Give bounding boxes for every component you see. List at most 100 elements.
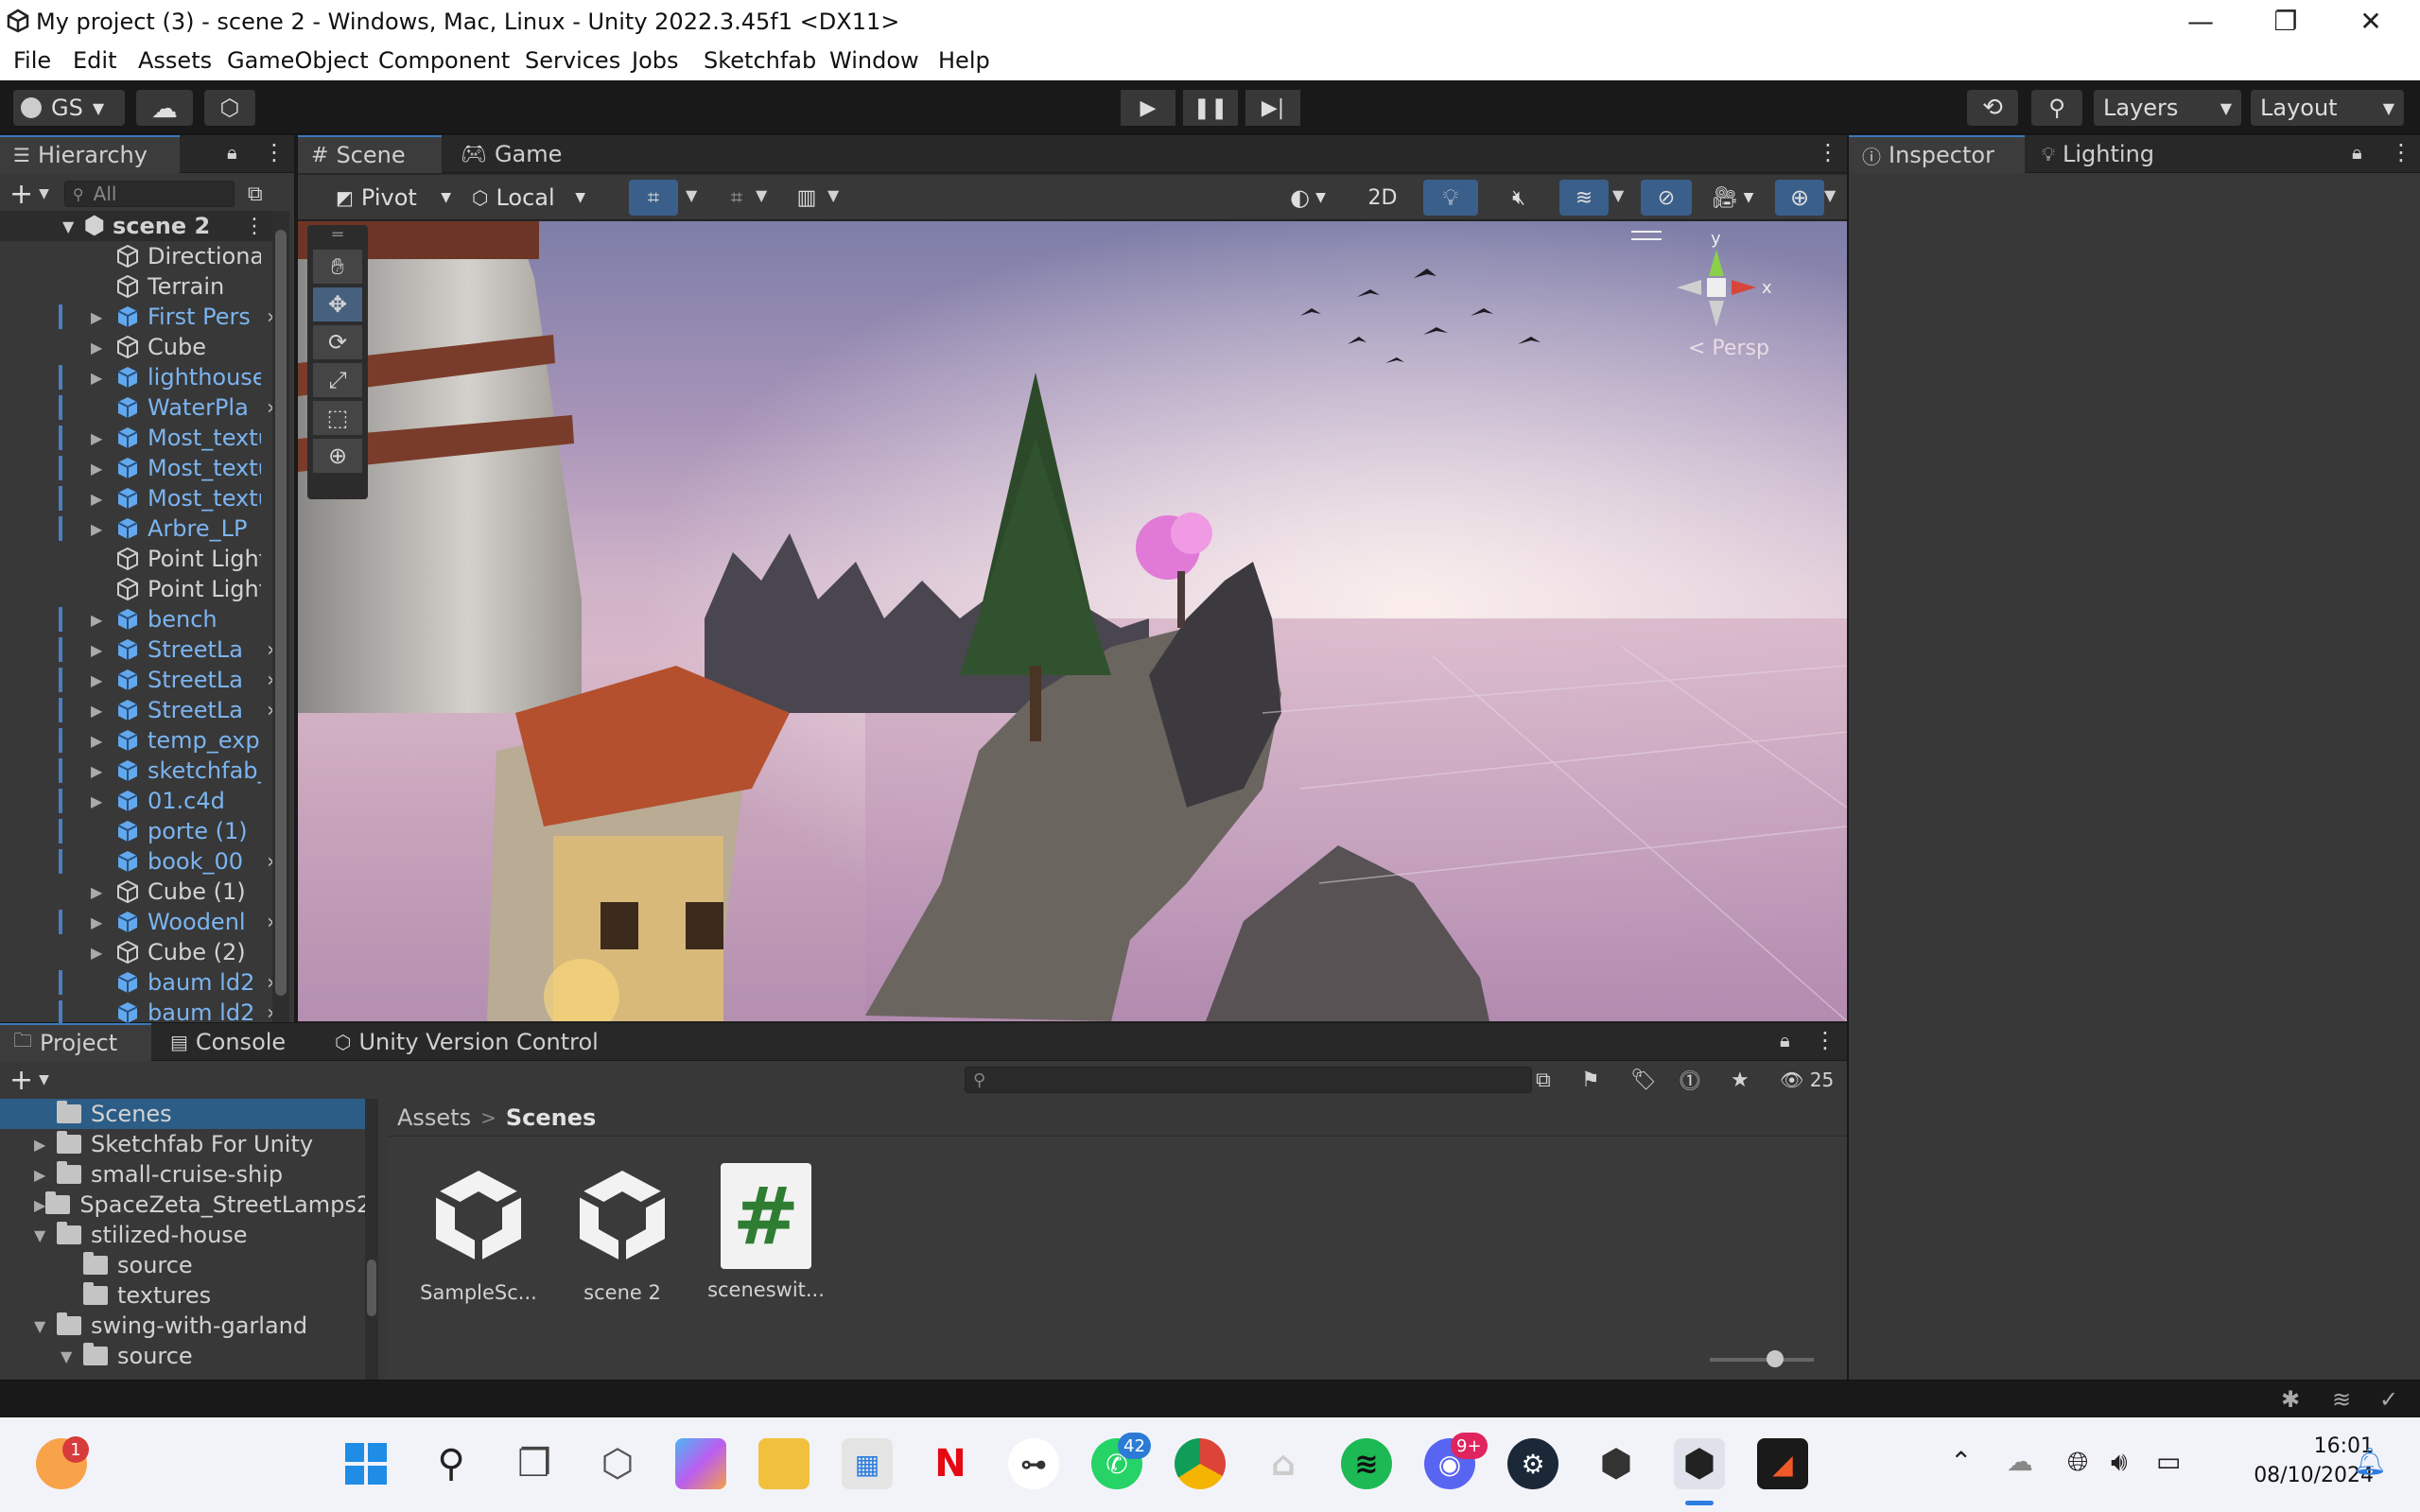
gizmos-toggle[interactable]: ⊕	[1775, 180, 1824, 216]
tab-inspector[interactable]: ⓘ Inspector	[1849, 135, 2025, 173]
transform-tool-button[interactable]: ⊕	[313, 439, 362, 473]
warning-filter-icon[interactable]: ⓵	[1680, 1065, 1700, 1095]
scrollbar-thumb[interactable]	[367, 1260, 376, 1316]
hierarchy-item[interactable]: ▶ First Pers ›	[0, 302, 274, 332]
hierarchy-search-input[interactable]: ⚲ All	[63, 181, 235, 207]
collapse-arrow-icon[interactable]: ▼	[61, 1347, 83, 1365]
breadcrumb-scenes[interactable]: Scenes	[506, 1104, 596, 1131]
expand-arrow-icon[interactable]: ▶	[91, 702, 115, 720]
hierarchy-item[interactable]: ▶ Cube (1)	[0, 877, 274, 907]
hand-tool-button[interactable]: ✋︎	[313, 250, 362, 284]
search-button[interactable]: ⚲	[2031, 90, 2082, 126]
tab-game[interactable]: 🎮︎ Game	[447, 135, 580, 173]
chevron-down-icon[interactable]: ▼	[827, 186, 839, 204]
menu-edit[interactable]: Edit	[73, 47, 116, 74]
hidden-objects-toggle[interactable]: ⊘	[1641, 180, 1692, 216]
layout-dropdown[interactable]: Layout ▼	[2251, 90, 2404, 126]
layers-dropdown[interactable]: Layers ▼	[2094, 90, 2241, 126]
scene-root-row[interactable]: ▼ ⬢ scene 2 ⋮	[0, 211, 274, 241]
unity-icon[interactable]: ⬢	[1591, 1438, 1642, 1489]
start-windows-icon[interactable]	[340, 1438, 392, 1489]
expand-arrow-icon[interactable]: ▶	[91, 762, 115, 780]
expand-arrow-icon[interactable]: ▶	[91, 460, 115, 478]
filter-by-type-icon[interactable]: ⚑	[1581, 1069, 1600, 1092]
lock-icon[interactable]: 🔒︎	[1780, 1029, 1790, 1051]
increment-snap-button[interactable]: ⌗	[712, 180, 761, 216]
project-folder-item[interactable]: ▶ small-cruise-ship	[0, 1159, 365, 1190]
tree-scrollbar[interactable]	[365, 1099, 378, 1380]
hierarchy-item[interactable]: ▶ lighthouseF	[0, 362, 274, 392]
project-search-input[interactable]: ⚲	[965, 1067, 1532, 1093]
asset-item[interactable]: SampleSc...	[412, 1163, 545, 1304]
hierarchy-item[interactable]: ▶ Most_textur	[0, 483, 274, 513]
battery-icon[interactable]: ▭	[2156, 1446, 2181, 1477]
expand-arrow-icon[interactable]: ▶	[91, 792, 115, 810]
drag-handle-icon[interactable]: ═	[307, 225, 368, 246]
microsoft-store-icon[interactable]: ▦	[842, 1438, 893, 1489]
move-tool-button[interactable]: ✥	[313, 287, 362, 322]
debug-bug-icon[interactable]: ✱	[2281, 1386, 2300, 1413]
scene-viewport[interactable]: ═ ✋︎ ✥ ⟳ ⤢ ⬚ ⊕ y x < Persp	[298, 221, 1847, 1021]
hierarchy-item[interactable]: ▶ StreetLa ›	[0, 665, 274, 695]
tab-scene[interactable]: # Scene	[298, 135, 442, 173]
expand-arrow-icon[interactable]: ▶	[91, 339, 115, 356]
label-tag-icon[interactable]: 🏷︎	[1630, 1069, 1657, 1092]
spotify-icon[interactable]: ≋	[1341, 1438, 1392, 1489]
asset-item[interactable]: scene 2	[556, 1163, 688, 1304]
network-globe-icon[interactable]: 🌐︎	[2067, 1446, 2088, 1478]
expand-arrow-icon[interactable]: ▶	[34, 1166, 57, 1184]
copilot-icon[interactable]	[675, 1438, 726, 1489]
task-view-icon[interactable]: ❐	[509, 1438, 560, 1489]
tab-console[interactable]: ▤ Console	[157, 1023, 308, 1061]
menu-sketchfab[interactable]: Sketchfab	[704, 47, 816, 74]
check-circle-icon[interactable]: ✓	[2379, 1386, 2398, 1413]
local-dropdown[interactable]: ⬡ Local ▼	[464, 180, 593, 216]
unity-editor-active-icon[interactable]: ⬢	[1674, 1438, 1725, 1489]
orientation-gizmo[interactable]: y x < Persp	[1650, 229, 1783, 360]
persp-label[interactable]: < Persp	[1688, 337, 1769, 360]
tab-unity-version-control[interactable]: ⬡ Unity Version Control	[322, 1023, 615, 1061]
toggle-2d-button[interactable]: 2D	[1355, 180, 1410, 216]
menu-file[interactable]: File	[13, 47, 51, 74]
camera-dropdown[interactable]: 🎥︎ ▼	[1699, 180, 1766, 216]
rect-tool-button[interactable]: ⬚	[313, 401, 362, 435]
tab-project[interactable]: 🗀 Project	[0, 1023, 151, 1061]
hierarchy-scrollbar[interactable]	[272, 211, 289, 1022]
cloud-button[interactable]: ☁	[136, 90, 193, 126]
menu-window[interactable]: Window	[829, 47, 919, 74]
play-button[interactable]: ▶	[1121, 90, 1175, 126]
project-folder-item[interactable]: source	[0, 1250, 365, 1280]
slider-thumb[interactable]	[1767, 1350, 1784, 1367]
open-window-icon[interactable]: ⧉	[1536, 1069, 1551, 1092]
expand-arrow-icon[interactable]: ▶	[91, 429, 115, 447]
asset-item[interactable]: # sceneswit...	[700, 1163, 832, 1301]
search-icon[interactable]: ⚲	[426, 1438, 477, 1489]
cloud-offline-icon[interactable]: ☁	[2007, 1446, 2033, 1477]
expand-arrow-icon[interactable]: ▶	[34, 1136, 57, 1154]
notification-bell-icon[interactable]: 🔔︎	[2353, 1446, 2387, 1477]
breadcrumb-assets[interactable]: Assets	[397, 1104, 471, 1131]
hierarchy-item[interactable]: Point Light	[0, 574, 274, 604]
chevron-down-icon[interactable]: ▼	[686, 186, 697, 204]
account-dropdown[interactable]: GS ▼	[13, 90, 125, 126]
hierarchy-item[interactable]: ▶ 01.c4d	[0, 786, 274, 816]
hierarchy-item[interactable]: ▶ StreetLa ›	[0, 695, 274, 725]
menu-help[interactable]: Help	[938, 47, 990, 74]
minimize-button[interactable]: —	[2158, 0, 2243, 43]
hidden-packages-toggle[interactable]: 👁︎ 25	[1780, 1069, 1834, 1091]
kebab-menu-icon[interactable]: ⋮	[263, 139, 286, 165]
volume-icon[interactable]: 🔊︎	[2111, 1446, 2128, 1478]
effects-toggle[interactable]: ≋	[1559, 180, 1609, 216]
audio-toggle[interactable]: 🔇︎	[1491, 180, 1546, 216]
menu-assets[interactable]: Assets	[138, 47, 212, 74]
hierarchy-item[interactable]: book_00 ›	[0, 846, 274, 877]
kebab-menu-icon[interactable]: ⋮	[1814, 1027, 1837, 1053]
steam-icon[interactable]: ⚙	[1507, 1438, 1558, 1489]
hierarchy-item[interactable]: ▶ StreetLa ›	[0, 634, 274, 665]
hierarchy-item[interactable]: ▶ temp_expor	[0, 725, 274, 756]
align-button[interactable]: ▥	[782, 180, 831, 216]
expand-arrow-icon[interactable]: ▶	[91, 369, 115, 387]
project-folder-item[interactable]: ▼ swing-with-garland	[0, 1311, 365, 1341]
hierarchy-item[interactable]: Terrain	[0, 271, 274, 302]
close-window-button[interactable]: ✕	[2328, 0, 2413, 43]
